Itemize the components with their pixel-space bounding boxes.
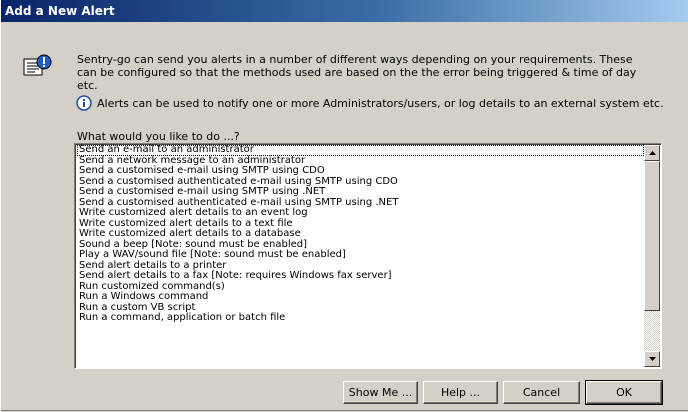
add-alert-dialog: Add a New Alert Sentry-go can send you a…	[0, 0, 688, 412]
help-button[interactable]: Help ...	[423, 381, 498, 404]
list-item[interactable]: Send a customised e-mail using SMTP usin…	[77, 165, 644, 177]
info-icon	[76, 95, 92, 111]
list-item[interactable]: Play a WAV/sound file [Note: sound must …	[77, 249, 644, 261]
ok-button[interactable]: OK	[585, 380, 663, 405]
window-title: Add a New Alert	[5, 4, 115, 18]
question-label: What would you like to do ...?	[77, 130, 240, 143]
bottom-edge	[1, 410, 688, 411]
scroll-down-arrow-icon	[648, 357, 656, 361]
list-item[interactable]: Send a customised e-mail using SMTP usin…	[77, 186, 644, 198]
list-item[interactable]: Send an e-mail to an administrator	[77, 144, 644, 156]
vertical-scrollbar[interactable]	[644, 145, 660, 367]
scroll-thumb[interactable]	[644, 161, 660, 311]
list-item[interactable]: Write customized alert details to a data…	[77, 228, 644, 240]
title-bar[interactable]: Add a New Alert	[1, 0, 688, 22]
scroll-down-button[interactable]	[644, 351, 660, 367]
alert-type-listbox[interactable]: Send an e-mail to an administrator Send a…	[74, 143, 662, 369]
list-item[interactable]: Write customized alert details to an eve…	[77, 207, 644, 219]
scroll-up-arrow-icon	[648, 151, 656, 155]
info-text: Alerts can be used to notify one or more…	[97, 97, 664, 110]
list-item[interactable]: Run a Windows command	[77, 291, 644, 303]
description-text: Sentry-go can send you alerts in a numbe…	[77, 53, 637, 92]
show-me-button[interactable]: Show Me ...	[343, 381, 418, 404]
cancel-button[interactable]: Cancel	[503, 381, 580, 404]
alert-type-list: Send an e-mail to an administrator Send a…	[77, 144, 644, 324]
list-item[interactable]: Run a command, application or batch file	[77, 312, 644, 324]
alert-config-icon	[23, 54, 52, 76]
scroll-up-button[interactable]	[644, 145, 660, 161]
list-item[interactable]: Send alert details to a fax [Note: requi…	[77, 270, 644, 282]
